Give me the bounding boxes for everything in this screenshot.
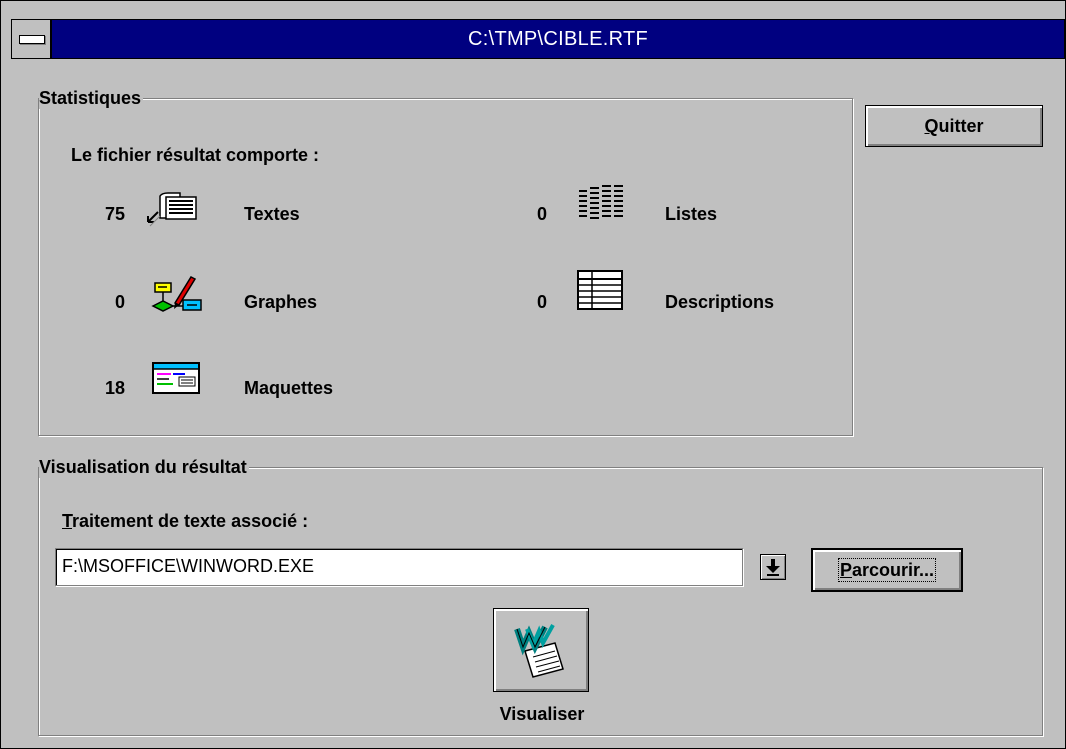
traitement-label: Traitement de texte associé :: [62, 510, 308, 532]
parcourir-button[interactable]: Parcourir...: [811, 548, 963, 592]
visualiser-label: Visualiser: [499, 704, 585, 724]
parcourir-focus: Parcourir...: [837, 558, 937, 582]
listes-label: Listes: [665, 204, 718, 224]
parcourir-mnemonic: P: [839, 560, 852, 580]
visualisation-group-label: Visualisation du résultat: [39, 456, 249, 478]
graphes-icon: [151, 276, 202, 312]
descriptions-label: Descriptions: [665, 292, 775, 312]
arrow-down-icon: [766, 559, 780, 576]
maquettes-label: Maquettes: [244, 378, 334, 398]
visualisation-group: Visualisation du résultat: [38, 456, 1043, 736]
graphes-count: 0: [114, 292, 125, 312]
parcourir-label: arcourir...: [851, 560, 935, 580]
quitter-button[interactable]: Quitter: [865, 105, 1043, 147]
textes-icon: [147, 192, 197, 227]
maquettes-count: 18: [104, 378, 125, 398]
dialog-window: C:\TMP\CIBLE.RTF Statistiques Le fichier…: [0, 0, 1066, 749]
stats-intro: Le fichier résultat comporte :: [71, 145, 320, 165]
visualiser-button[interactable]: [493, 608, 589, 692]
listes-count: 0: [536, 204, 547, 224]
textes-label: Textes: [244, 204, 300, 224]
traitement-mnemonic: T: [62, 511, 73, 531]
word-document-icon: [514, 624, 564, 678]
textes-count: 75: [104, 204, 125, 224]
maquettes-icon: [152, 362, 200, 394]
system-menu-icon: [19, 35, 45, 44]
system-menu-button[interactable]: [12, 20, 52, 58]
window-title: C:\TMP\CIBLE.RTF: [467, 28, 648, 50]
editor-path-dropdown-button[interactable]: [760, 554, 786, 580]
quitter-mnemonic: Q: [924, 116, 939, 136]
statistiques-group-label: Statistiques: [39, 87, 144, 109]
listes-icon: [579, 185, 623, 219]
graphes-label: Graphes: [244, 292, 318, 312]
editor-path-field[interactable]: F:\MSOFFICE\WINWORD.EXE: [55, 548, 743, 586]
title-bar: C:\TMP\CIBLE.RTF: [11, 19, 1065, 59]
descriptions-count: 0: [536, 292, 547, 312]
descriptions-icon: [577, 270, 623, 310]
traitement-label-text: raitement de texte associé :: [72, 511, 309, 531]
quitter-label: uitter: [938, 116, 984, 136]
